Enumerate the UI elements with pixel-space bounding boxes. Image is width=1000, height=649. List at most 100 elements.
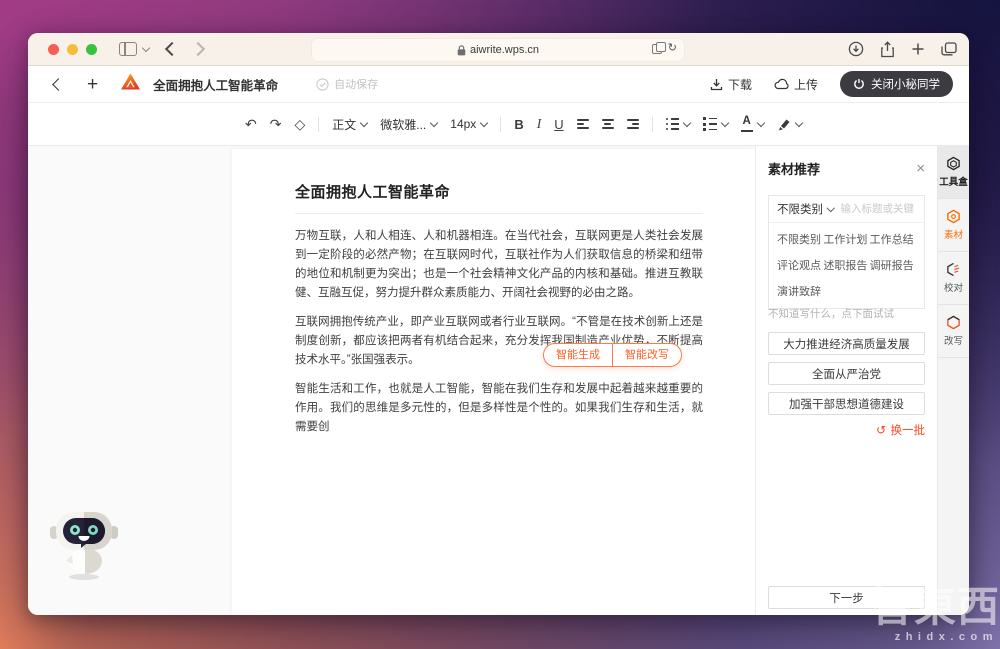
translate-icon[interactable] <box>651 41 666 54</box>
power-icon <box>854 79 864 89</box>
clear-format-icon[interactable]: ◇ <box>294 117 305 131</box>
topic-suggestion-button[interactable]: 全面从严治党 <box>768 362 925 385</box>
panel-title: 素材推荐 <box>768 162 821 177</box>
undo-icon[interactable]: ↶ <box>245 117 257 131</box>
bullet-list-button[interactable] <box>665 117 692 131</box>
download-icon <box>710 78 723 90</box>
address-bar[interactable]: aiwrite.wps.cn ↻ <box>311 38 685 62</box>
panel-hint: 不知道写什么，点下面试试 <box>768 308 894 320</box>
chevron-down-icon[interactable] <box>141 43 151 53</box>
paragraph[interactable]: 万物互联，人和人相连、人和机器相连。在当代社会，互联网更是人类社会发展到一定阶段… <box>295 227 703 303</box>
proofread-icon <box>947 262 960 277</box>
downloads-icon[interactable] <box>848 41 864 57</box>
material-icon <box>947 209 960 224</box>
fullscreen-window-button[interactable] <box>86 43 97 55</box>
toolbar-divider <box>651 116 653 132</box>
align-right-button[interactable] <box>626 119 639 129</box>
font-family-select[interactable]: 微软雅... <box>380 116 439 133</box>
category-option[interactable]: 工作计划 <box>823 231 869 247</box>
paragraph-style-select[interactable]: 正文 <box>332 116 369 133</box>
topic-suggestion-button[interactable]: 加强干部思想道德建设 <box>768 392 925 415</box>
paragraph[interactable]: 智能生活和工作，也就是人工智能，智能在我们生存和发展中起着越来越重要的作用。我们… <box>295 380 703 437</box>
font-size-value: 14px <box>450 117 477 131</box>
align-left-button[interactable] <box>576 119 589 129</box>
toolbox-icon <box>947 156 960 171</box>
redo-icon[interactable]: ↷ <box>270 117 282 131</box>
upload-button[interactable]: 上传 <box>774 76 818 93</box>
highlight-button[interactable] <box>777 118 803 131</box>
chevron-down-icon <box>480 118 489 128</box>
back-button[interactable] <box>164 41 180 57</box>
app-back-button[interactable] <box>52 77 65 91</box>
toolbar-divider <box>500 116 502 132</box>
upload-label: 上传 <box>793 77 818 92</box>
chrome-actions <box>848 33 957 65</box>
category-option[interactable]: 演讲致辞 <box>777 283 823 299</box>
refresh-label: 换一批 <box>890 425 926 437</box>
chevron-down-icon <box>682 118 692 128</box>
font-size-select[interactable]: 14px <box>450 117 489 131</box>
category-options: 不限类别 工作计划 工作总结 评论观点 述职报告 调研报告 演讲致辞 <box>769 223 924 308</box>
category-option[interactable]: 评论观点 <box>777 257 823 273</box>
document-title: 全面拥抱人工智能革命 <box>153 78 279 93</box>
paragraph-style-value: 正文 <box>332 117 357 132</box>
material-filter-box: 不限类别 不限类别 工作计划 工作总结 评论观点 述职报告 调研报告 演讲致辞 <box>768 195 925 309</box>
minimize-window-button[interactable] <box>67 43 78 55</box>
next-step-button[interactable]: 下一步 <box>768 586 925 609</box>
tab-overview-icon[interactable] <box>941 42 957 56</box>
close-window-button[interactable] <box>48 43 59 55</box>
close-assistant-label: 关闭小秘同学 <box>871 79 940 91</box>
refresh-suggestions-button[interactable]: ↻ 换一批 <box>876 422 925 438</box>
check-circle-icon <box>316 77 329 91</box>
bold-button[interactable]: B <box>514 117 523 132</box>
numbered-list-button[interactable] <box>703 117 729 131</box>
sidebar-toggle-icon[interactable] <box>119 42 137 56</box>
new-tab-icon[interactable] <box>911 42 925 56</box>
highlighter-icon <box>778 119 790 130</box>
ai-generate-button[interactable]: 智能生成 <box>544 344 612 366</box>
chevron-down-icon <box>360 118 369 128</box>
inline-ai-toolbar: 智能生成 智能改写 <box>543 343 682 367</box>
share-icon[interactable] <box>880 40 895 58</box>
download-label: 下载 <box>727 77 752 92</box>
search-input[interactable] <box>838 202 916 216</box>
assistant-mascot[interactable] <box>45 506 123 587</box>
category-option[interactable]: 述职报告 <box>823 257 869 273</box>
chevron-down-icon <box>720 118 729 128</box>
font-color-button[interactable]: A <box>740 115 765 132</box>
tool-strip-label: 改写 <box>943 336 963 347</box>
download-button[interactable]: 下载 <box>710 76 752 93</box>
url-text: aiwrite.wps.cn <box>469 44 540 56</box>
rewrite-icon <box>947 315 960 330</box>
reload-icon[interactable]: ↻ <box>668 43 677 54</box>
page-title[interactable]: 全面拥抱人工智能革命 <box>295 181 703 202</box>
new-document-button[interactable]: + <box>87 75 98 94</box>
underline-button[interactable]: U <box>554 117 563 132</box>
close-assistant-button[interactable]: 关闭小秘同学 <box>840 71 953 97</box>
close-icon[interactable]: × <box>916 161 925 176</box>
align-center-button[interactable] <box>601 119 614 129</box>
app-toolbar: + 全面拥抱人工智能革命 自动保存 下载 上传 关闭小秘同学 <box>28 66 969 103</box>
topic-suggestion-button[interactable]: 大力推进经济高质量发展 <box>768 332 925 355</box>
editor-toolbar: ↶ ↷ ◇ 正文 微软雅... 14px B I U A <box>28 103 969 146</box>
autosave-status: 自动保存 <box>316 76 378 92</box>
tool-strip-item-rewrite[interactable]: 改写 <box>938 305 969 358</box>
desktop-background: aiwrite.wps.cn ↻ + 全面拥抱人工智能革命 自动保存 下载 上传… <box>0 0 1000 649</box>
document-page[interactable]: 全面拥抱人工智能革命 万物互联，人和人相连、人和机器相连。在当代社会，互联网更是… <box>232 149 755 615</box>
category-option[interactable]: 调研报告 <box>870 257 916 273</box>
ai-rewrite-button[interactable]: 智能改写 <box>613 344 681 366</box>
tool-strip-label: 工具盒 <box>939 177 968 188</box>
wps-logo <box>120 72 141 96</box>
tool-strip-label: 素材 <box>943 230 963 241</box>
lock-icon <box>457 44 466 55</box>
category-option[interactable]: 不限类别 <box>777 231 823 247</box>
tool-strip-item-toolbox[interactable]: 工具盒 <box>938 146 969 199</box>
tool-strip-item-material[interactable]: 素材 <box>938 199 969 252</box>
category-option[interactable]: 工作总结 <box>870 231 916 247</box>
chevron-down-icon <box>826 204 835 212</box>
category-filter-dropdown[interactable]: 不限类别 <box>777 201 823 217</box>
font-family-value: 微软雅... <box>380 117 427 132</box>
tool-strip-item-proofread[interactable]: 校对 <box>938 252 969 305</box>
italic-button[interactable]: I <box>537 116 542 132</box>
forward-button[interactable] <box>190 41 206 57</box>
